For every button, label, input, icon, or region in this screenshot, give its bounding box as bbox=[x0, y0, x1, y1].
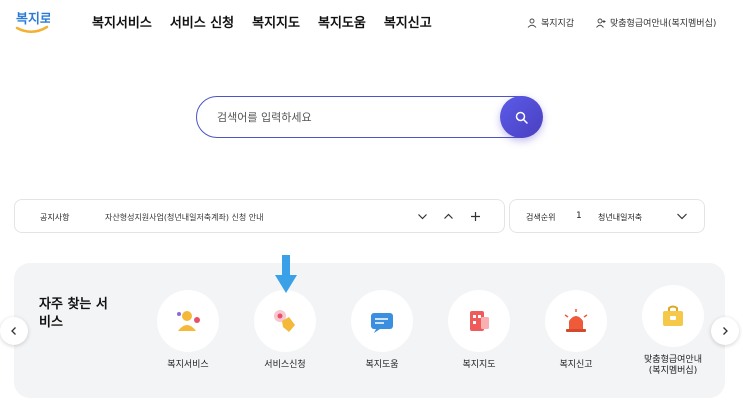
main-nav: 복지서비스 서비스 신청 복지지도 복지도움 복지신고 bbox=[92, 12, 432, 31]
favorite-label: 복지서비스 bbox=[167, 360, 209, 370]
rank-keyword[interactable]: 청년내일저축 bbox=[598, 212, 642, 223]
nav-welfare-map[interactable]: 복지지도 bbox=[252, 12, 300, 31]
plus-icon bbox=[470, 211, 480, 221]
notice-bar: 공지사항 자산형성지원사업(청년내일저축계좌) 신청 안내 bbox=[14, 199, 505, 233]
nav-welfare-help[interactable]: 복지도움 bbox=[318, 12, 366, 31]
arrow-down-icon bbox=[275, 255, 297, 293]
carousel-next-button[interactable] bbox=[711, 317, 739, 345]
chevron-right-icon bbox=[723, 327, 728, 335]
chevron-down-icon bbox=[417, 213, 427, 219]
custom-benefit-label: 맞춤형급여안내(복지멤버십) bbox=[610, 19, 717, 29]
rank-number: 1 bbox=[576, 211, 582, 221]
wallet-label: 복지지갑 bbox=[541, 19, 575, 29]
people-icon bbox=[177, 311, 200, 331]
rank-label: 검색순위 bbox=[526, 213, 556, 222]
chevron-up-icon bbox=[443, 213, 453, 219]
search-rank-bar: 검색순위 1 청년내일저축 bbox=[509, 199, 705, 233]
chevron-down-icon[interactable] bbox=[676, 210, 688, 222]
nav-welfare-service[interactable]: 복지서비스 bbox=[92, 12, 152, 31]
search-input[interactable] bbox=[217, 107, 487, 127]
user-plus-icon bbox=[596, 18, 606, 28]
custom-benefit-link[interactable]: 맞춤형급여안내(복지멤버십) bbox=[596, 16, 716, 29]
briefcase-icon bbox=[663, 305, 683, 326]
search-icon bbox=[515, 111, 528, 124]
favorite-label: 복지지도 bbox=[462, 360, 496, 370]
notice-label: 공지사항 bbox=[40, 213, 70, 222]
notice-more-button[interactable] bbox=[468, 209, 482, 223]
map-icon bbox=[470, 311, 489, 331]
chevron-left-icon bbox=[11, 327, 16, 335]
favorite-label: 서비스신청 bbox=[264, 360, 306, 370]
notice-next-button[interactable] bbox=[415, 209, 429, 223]
carousel-prev-button[interactable] bbox=[0, 317, 28, 345]
favorite-label: 복지도움 bbox=[365, 360, 399, 370]
favorite-item-welfare-report[interactable]: 복지신고 bbox=[536, 290, 616, 371]
nav-welfare-report[interactable]: 복지신고 bbox=[384, 12, 432, 31]
logo-text: 복지로 bbox=[16, 12, 50, 27]
chat-icon bbox=[371, 313, 393, 333]
search-button[interactable] bbox=[500, 96, 543, 138]
search-box bbox=[196, 96, 542, 138]
favorite-item-welfare-service[interactable]: 복지서비스 bbox=[148, 290, 228, 371]
hand-tap-icon bbox=[274, 310, 295, 332]
favorite-item-welfare-map[interactable]: 복지지도 bbox=[439, 290, 519, 371]
notice-prev-button[interactable] bbox=[441, 209, 455, 223]
favorite-label: 맞춤형급여안내 (복지멤버십) bbox=[644, 355, 702, 376]
favorite-item-service-apply[interactable]: 서비스신청 bbox=[245, 290, 325, 371]
nav-service-apply[interactable]: 서비스 신청 bbox=[170, 12, 234, 31]
favorite-item-custom-benefit[interactable]: 맞춤형급여안내 (복지멤버십) bbox=[633, 285, 713, 377]
user-icon bbox=[527, 18, 537, 28]
favorite-label: 복지신고 bbox=[559, 360, 593, 370]
favorite-item-welfare-help[interactable]: 복지도움 bbox=[342, 290, 422, 371]
favorites-title: 자주 찾는 서비스 bbox=[39, 297, 108, 330]
notice-text[interactable]: 자산형성지원사업(청년내일저축계좌) 신청 안내 bbox=[105, 212, 264, 223]
wallet-link[interactable]: 복지지갑 bbox=[527, 16, 574, 29]
logo[interactable]: 복지로 bbox=[14, 6, 52, 36]
siren-icon bbox=[564, 309, 588, 332]
